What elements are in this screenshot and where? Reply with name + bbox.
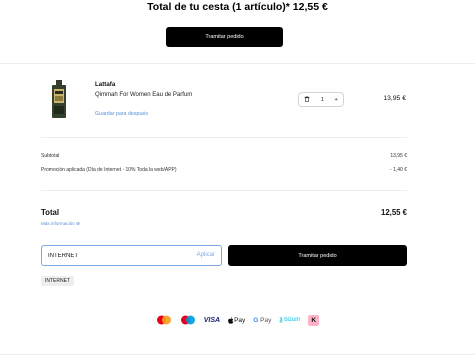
promo-code-input[interactable] (48, 249, 178, 263)
promotion-row: Promoción aplicada (Día de Internet - 10… (41, 167, 407, 173)
quantity-stepper: 1 + (298, 92, 344, 107)
visa-icon: VISA (203, 316, 221, 324)
subtotal-value: 13,95 € (390, 153, 407, 159)
subtotal-row: Subtotal 13,95 € (41, 153, 407, 159)
google-pay-icon: G Pay (253, 316, 272, 324)
save-for-later-link[interactable]: Guardar para después (95, 111, 148, 117)
divider (41, 137, 407, 138)
checkout-button-top[interactable]: Tramitar pedido (166, 27, 283, 47)
apple-pay-label: Pay (234, 316, 246, 324)
bizum-icon: ƺ bizum (279, 317, 301, 323)
google-pay-label: Pay (260, 316, 272, 324)
payment-methods: VISA Pay G Pay ƺ bizum K (0, 314, 475, 326)
divider (0, 63, 475, 64)
quantity-value: 1 (320, 96, 324, 103)
maestro-icon (180, 314, 196, 326)
total-value: 12,55 € (380, 208, 407, 217)
promotion-value: - 1,40 € (390, 167, 407, 173)
apply-promo-button[interactable]: Aplicar (197, 252, 215, 258)
product-price: 13,95 € (383, 95, 406, 102)
cart-item: Lattafa Qimmah For Women Eau de Parfum G… (41, 76, 407, 126)
subtotal-label: Subtotal (41, 153, 60, 159)
trash-icon[interactable] (304, 95, 310, 104)
checkout-button[interactable]: Tramitar pedido (228, 245, 407, 266)
cart-title: Total de tu cesta (1 artículo)* 12,55 € (147, 1, 328, 13)
quantity-increase-button[interactable]: + (334, 97, 337, 103)
cart-header: Total de tu cesta (1 artículo)* 12,55 € … (0, 0, 475, 62)
product-name[interactable]: Qimmah For Women Eau de Parfum (95, 92, 192, 98)
applied-coupon-tag: INTERNET (41, 276, 74, 286)
more-info-link[interactable]: Más información ⊕ (41, 221, 80, 227)
product-brand: Lattafa (95, 81, 116, 88)
total-label: Total (41, 208, 60, 217)
apple-pay-icon: Pay (228, 314, 245, 326)
divider (0, 354, 475, 355)
mastercard-icon (156, 314, 172, 326)
promotion-label: Promoción aplicada (Día de Internet - 10… (41, 167, 177, 173)
bizum-label: bizum (284, 317, 301, 323)
klarna-icon: K (308, 314, 320, 326)
product-image[interactable] (52, 80, 66, 118)
promo-code-box: Aplicar (41, 245, 222, 266)
divider (41, 190, 407, 191)
